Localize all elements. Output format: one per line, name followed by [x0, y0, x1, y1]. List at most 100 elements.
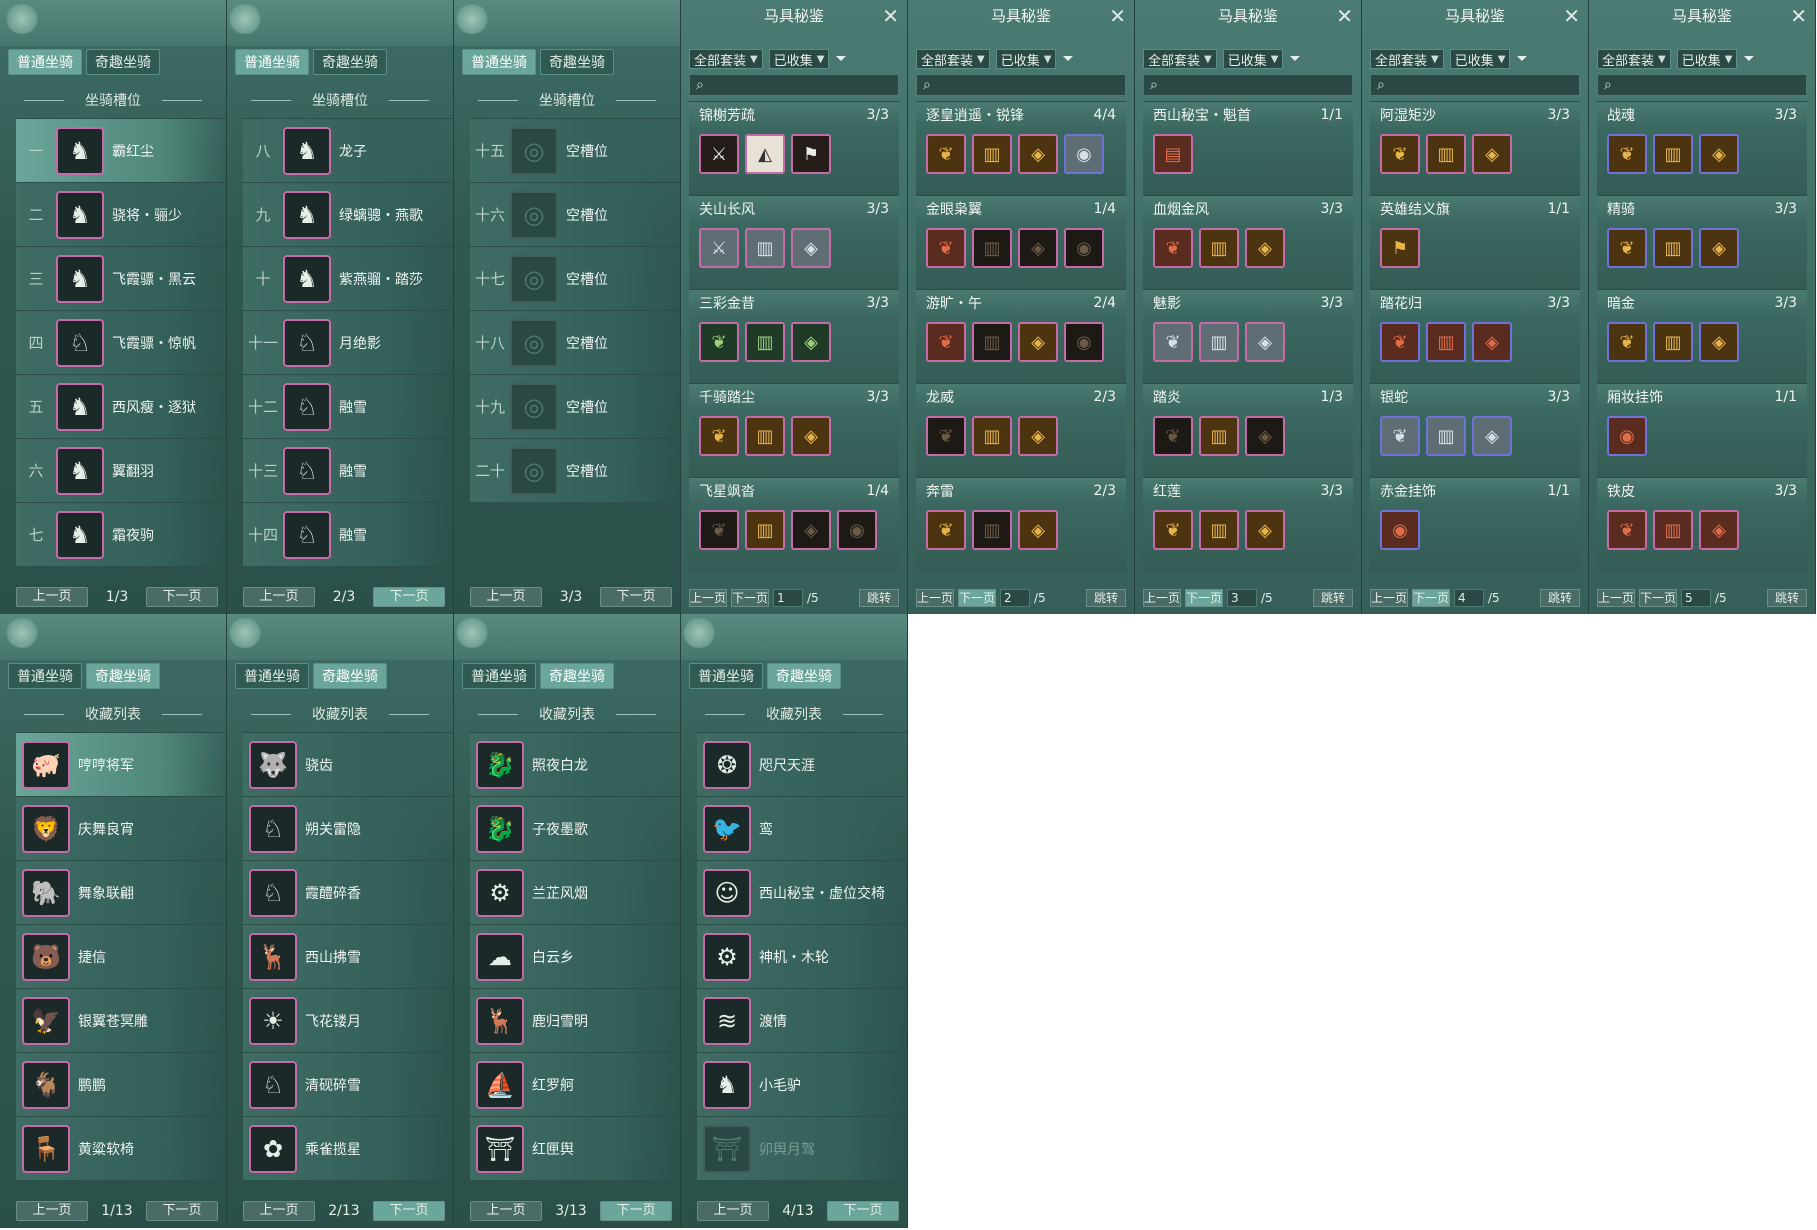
slot-row[interactable]: 十三 ♘ 融雪 [243, 438, 453, 502]
collection-row[interactable]: 🐻 捷信 [16, 924, 226, 988]
tab-fun-mounts[interactable]: 奇趣坐骑 [86, 49, 160, 75]
search-input[interactable]: ⌕ [689, 74, 899, 96]
next-page-button[interactable]: 下一页 [599, 1201, 672, 1221]
tack-set[interactable]: 银蛇 3/3 ❦ ▥ ◈ [1370, 383, 1580, 477]
tack-item-icon[interactable]: ❦ [1380, 134, 1420, 174]
tack-set[interactable]: 奔雷 2/3 ❦ ▥ ◈ [916, 477, 1126, 571]
tack-set[interactable]: 游旷・午 2/4 ❦ ▥ ◈ ◉ [916, 289, 1126, 383]
close-icon[interactable]: ✕ [1336, 4, 1353, 28]
tab-normal-mounts[interactable]: 普通坐骑 [462, 663, 536, 689]
tack-item-icon[interactable]: ❦ [926, 322, 966, 362]
tack-item-icon[interactable]: ❦ [926, 228, 966, 268]
tack-item-icon[interactable]: ⚔ [699, 228, 739, 268]
tab-normal-mounts[interactable]: 普通坐骑 [235, 663, 309, 689]
page-input[interactable]: 5 [1681, 589, 1711, 607]
tack-item-icon[interactable]: ◈ [1699, 228, 1739, 268]
tack-item-icon[interactable]: ❦ [1607, 134, 1647, 174]
tack-set[interactable]: 精骑 3/3 ❦ ▥ ◈ [1597, 195, 1807, 289]
collected-filter-dropdown[interactable]: 已收集 ▼ [1222, 49, 1284, 69]
tack-item-icon[interactable]: ❦ [1607, 322, 1647, 362]
tack-item-icon[interactable]: ◭ [745, 134, 785, 174]
tack-item-icon[interactable]: ◈ [791, 416, 831, 456]
close-icon[interactable]: ✕ [1790, 4, 1807, 28]
filter-icon[interactable]: ⏷ [835, 51, 846, 67]
tab-normal-mounts[interactable]: 普通坐骑 [235, 49, 309, 75]
tack-item-icon[interactable]: ⚑ [1380, 228, 1420, 268]
collection-row[interactable]: 🪑 黄粱软椅 [16, 1116, 226, 1180]
tack-item-icon[interactable]: ◈ [791, 510, 831, 550]
tack-set[interactable]: 飞星飒沓 1/4 ❦ ▥ ◈ ◉ [689, 477, 899, 571]
tack-item-icon[interactable]: ◈ [1018, 228, 1058, 268]
prev-page-button[interactable]: 上一页 [689, 589, 727, 607]
tack-item-icon[interactable]: ◉ [1064, 134, 1104, 174]
tack-set[interactable]: 西山秘宝・魁首 1/1 ▤ [1143, 101, 1353, 195]
tack-set[interactable]: 锦榭芳疏 3/3 ⚔ ◭ ⚑ [689, 101, 899, 195]
collection-row[interactable]: ⚙ 兰芷风烟 [470, 860, 680, 924]
tack-item-icon[interactable]: ❦ [926, 416, 966, 456]
tack-item-icon[interactable]: ▥ [1426, 322, 1466, 362]
tab-fun-mounts[interactable]: 奇趣坐骑 [540, 49, 614, 75]
next-page-button[interactable]: 下一页 [373, 587, 445, 607]
jump-button[interactable]: 跳转 [1313, 589, 1353, 607]
next-page-button[interactable]: 下一页 [958, 589, 996, 607]
tack-item-icon[interactable]: ❦ [1380, 322, 1420, 362]
search-input[interactable]: ⌕ [1597, 74, 1807, 96]
prev-page-button[interactable]: 上一页 [243, 1201, 315, 1221]
prev-page-button[interactable]: 上一页 [1597, 589, 1635, 607]
tack-set[interactable]: 千骑踏尘 3/3 ❦ ▥ ◈ [689, 383, 899, 477]
jump-button[interactable]: 跳转 [1086, 589, 1126, 607]
tack-item-icon[interactable]: ◈ [1018, 416, 1058, 456]
tack-item-icon[interactable]: ▥ [745, 228, 785, 268]
tack-set[interactable]: 三彩金昔 3/3 ❦ ▥ ◈ [689, 289, 899, 383]
tab-fun-mounts[interactable]: 奇趣坐骑 [767, 663, 841, 689]
tack-item-icon[interactable]: ◈ [1245, 510, 1285, 550]
tack-set[interactable]: 厢妆挂饰 1/1 ◉ [1597, 383, 1807, 477]
tack-item-icon[interactable]: ◈ [1699, 134, 1739, 174]
tab-fun-mounts[interactable]: 奇趣坐骑 [313, 49, 387, 75]
collected-filter-dropdown[interactable]: 已收集 ▼ [1676, 49, 1738, 69]
slot-row[interactable]: 七 ♞ 霜夜驹 [16, 502, 226, 566]
prev-page-button[interactable]: 上一页 [243, 587, 315, 607]
slot-row[interactable]: 八 ♞ 龙子 [243, 118, 453, 182]
tack-item-icon[interactable]: ❦ [926, 510, 966, 550]
tack-set[interactable]: 龙威 2/3 ❦ ▥ ◈ [916, 383, 1126, 477]
tack-item-icon[interactable]: ⚔ [699, 134, 739, 174]
tack-item-icon[interactable]: ▥ [1653, 510, 1693, 550]
tab-fun-mounts[interactable]: 奇趣坐骑 [540, 663, 614, 689]
slot-row[interactable]: 十五 ◎ 空槽位 [470, 118, 680, 182]
set-filter-dropdown[interactable]: 全部套装 ▼ [1143, 49, 1217, 69]
collection-row[interactable]: ♞ 小毛驴 [697, 1052, 907, 1116]
collection-row[interactable]: 🐐 鹏鹏 [16, 1052, 226, 1116]
prev-page-button[interactable]: 上一页 [1143, 589, 1181, 607]
tack-set[interactable]: 金眼枭翼 1/4 ❦ ▥ ◈ ◉ [916, 195, 1126, 289]
collection-row[interactable]: 🦌 西山拂雪 [243, 924, 453, 988]
tack-item-icon[interactable]: ◉ [1064, 322, 1104, 362]
tack-item-icon[interactable]: ❦ [1380, 416, 1420, 456]
slot-row[interactable]: 一 ♞ 霸红尘 [16, 118, 226, 182]
slot-row[interactable]: 三 ♞ 飞霞骠・黑云 [16, 246, 226, 310]
tack-item-icon[interactable]: ▥ [1653, 228, 1693, 268]
tack-item-icon[interactable]: ▥ [972, 510, 1012, 550]
page-input[interactable]: 2 [1000, 589, 1030, 607]
tack-set[interactable]: 关山长风 3/3 ⚔ ▥ ◈ [689, 195, 899, 289]
search-input[interactable]: ⌕ [1370, 74, 1580, 96]
tack-item-icon[interactable]: ◈ [791, 322, 831, 362]
next-page-button[interactable]: 下一页 [826, 1201, 899, 1221]
tack-item-icon[interactable]: ◈ [1245, 322, 1285, 362]
collection-row[interactable]: ♘ 霞醴碎香 [243, 860, 453, 924]
next-page-button[interactable]: 下一页 [1185, 589, 1223, 607]
tack-item-icon[interactable]: ❦ [1607, 510, 1647, 550]
tack-item-icon[interactable]: ▥ [972, 322, 1012, 362]
tack-item-icon[interactable]: ▥ [1426, 134, 1466, 174]
collection-row[interactable]: 🦌 鹿归雪明 [470, 988, 680, 1052]
tack-set[interactable]: 战魂 3/3 ❦ ▥ ◈ [1597, 101, 1807, 195]
tack-set[interactable]: 暗金 3/3 ❦ ▥ ◈ [1597, 289, 1807, 383]
slot-row[interactable]: 十四 ♘ 融雪 [243, 502, 453, 566]
collection-row[interactable]: ❂ 咫尺天涯 [697, 732, 907, 796]
search-input[interactable]: ⌕ [916, 74, 1126, 96]
close-icon[interactable]: ✕ [1109, 4, 1126, 28]
tack-item-icon[interactable]: ❦ [1607, 228, 1647, 268]
tack-item-icon[interactable]: ❦ [699, 322, 739, 362]
tack-item-icon[interactable]: ◈ [791, 228, 831, 268]
collection-row[interactable]: 🐉 子夜墨歌 [470, 796, 680, 860]
